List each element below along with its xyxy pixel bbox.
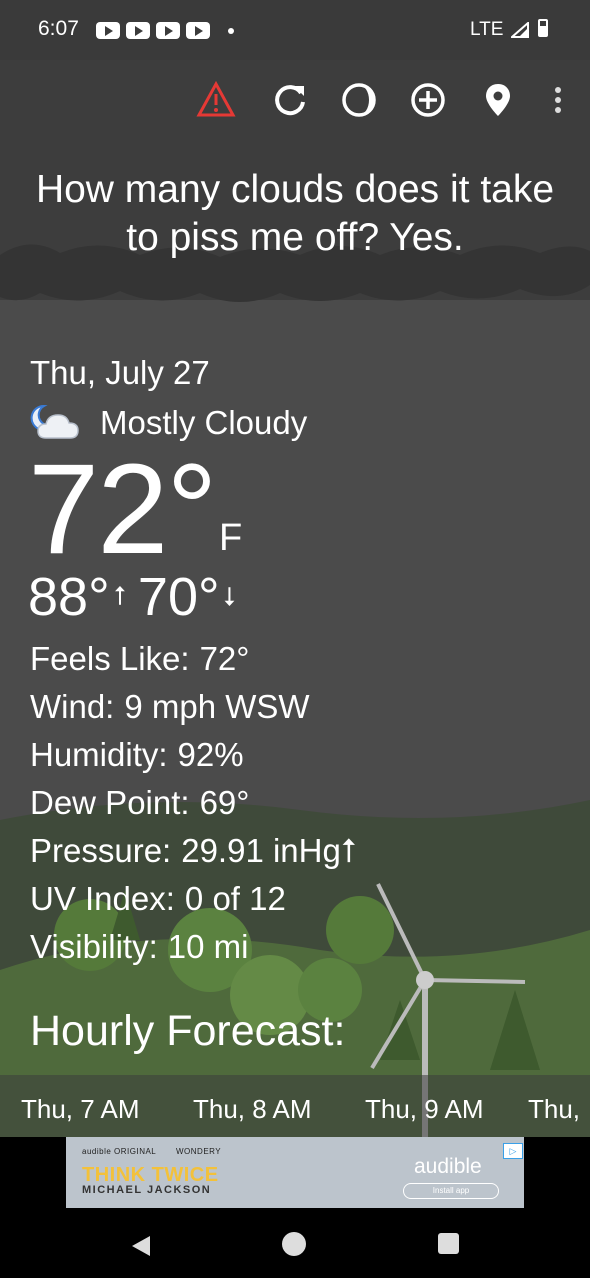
detail-value: 0 of 12: [184, 880, 286, 917]
ad-brand-logo: audible: [414, 1155, 482, 1178]
detail-value: 92%: [177, 736, 244, 773]
status-bar: 6:07 LTE: [0, 0, 590, 60]
detail-label: Dew Point:: [30, 784, 190, 821]
detail-humidity: Humidity: 92%: [30, 731, 356, 779]
ad-top-line: WONDERY: [176, 1147, 222, 1156]
detail-value: 29.91 inHg⭡: [181, 832, 357, 869]
navigation-bar: [0, 1212, 590, 1278]
toolbar: [0, 80, 590, 120]
detail-label: Visibility:: [30, 928, 158, 965]
temperature-unit: F: [219, 517, 243, 559]
ad-banner[interactable]: audible ORIGINAL WONDERY THINK TWICE MIC…: [66, 1137, 524, 1208]
battery-icon: [538, 19, 548, 37]
moon-phase-icon[interactable]: [339, 80, 379, 120]
detail-dew-point: Dew Point: 69°: [30, 779, 356, 827]
hourly-item[interactable]: Thu,: [528, 1094, 580, 1125]
youtube-notification-icon: [156, 22, 180, 39]
detail-value: 69°: [199, 784, 250, 821]
ad-install-button[interactable]: Install app: [403, 1183, 499, 1199]
ad-top-line: audible ORIGINAL: [82, 1147, 157, 1156]
signal-icon: [511, 22, 529, 38]
detail-label: Wind:: [30, 688, 115, 725]
condition-label: Mostly Cloudy: [100, 404, 308, 441]
status-time: 6:07: [38, 17, 79, 40]
low-arrow-icon: ⭣: [223, 581, 236, 611]
forecast-headline: How many clouds does it take to piss me …: [35, 168, 555, 259]
detail-value: 10 mi: [167, 928, 249, 965]
alert-icon[interactable]: [196, 80, 236, 120]
weather-details: Feels Like: 72° Wind: 9 mph WSW Humidity: 9…: [30, 635, 356, 971]
back-icon[interactable]: [130, 1234, 152, 1258]
detail-label: Humidity:: [30, 736, 168, 773]
detail-uv-index: UV Index: 0 of 12: [30, 875, 356, 923]
detail-label: Feels Like:: [30, 640, 190, 677]
hourly-item[interactable]: Thu, 8 AM: [193, 1094, 312, 1125]
detail-feels-like: Feels Like: 72°: [30, 635, 356, 683]
add-location-icon[interactable]: [408, 80, 448, 120]
current-date: Thu, July 27: [30, 354, 210, 391]
detail-value: 72°: [199, 640, 250, 677]
network-type: LTE: [470, 19, 504, 40]
detail-label: UV Index:: [30, 880, 175, 917]
detail-pressure: Pressure: 29.91 inHg⭡: [30, 827, 356, 875]
recent-apps-icon[interactable]: [438, 1233, 459, 1254]
ad-subtitle: MICHAEL JACKSON: [82, 1184, 212, 1196]
youtube-notification-icon: [126, 22, 150, 39]
notification-icons: [96, 22, 210, 39]
detail-label: Pressure:: [30, 832, 172, 869]
location-pin-icon[interactable]: [478, 80, 518, 120]
youtube-notification-icon: [186, 22, 210, 39]
more-notifications-dot-icon: [228, 28, 234, 34]
detail-visibility: Visibility: 10 mi: [30, 923, 356, 971]
hourly-forecast-title: Hourly Forecast:: [30, 1007, 346, 1055]
high-temperature: 88°: [28, 567, 110, 627]
detail-value: 9 mph WSW: [124, 688, 310, 725]
hourly-item[interactable]: Thu, 7 AM: [21, 1094, 140, 1125]
low-temperature: 70°: [137, 567, 220, 627]
refresh-icon[interactable]: [270, 80, 310, 120]
youtube-notification-icon: [96, 22, 120, 39]
overflow-menu-icon[interactable]: [538, 80, 578, 120]
hourly-item[interactable]: Thu, 9 AM: [365, 1094, 484, 1125]
current-temperature: 72°: [28, 438, 218, 581]
high-arrow-icon: ⭡: [113, 581, 126, 611]
detail-wind: Wind: 9 mph WSW: [30, 683, 356, 731]
high-low-row: 88° ⭡ 70° ⭣: [28, 566, 248, 628]
home-icon[interactable]: [282, 1232, 306, 1256]
adchoices-icon[interactable]: ▷: [503, 1143, 523, 1159]
